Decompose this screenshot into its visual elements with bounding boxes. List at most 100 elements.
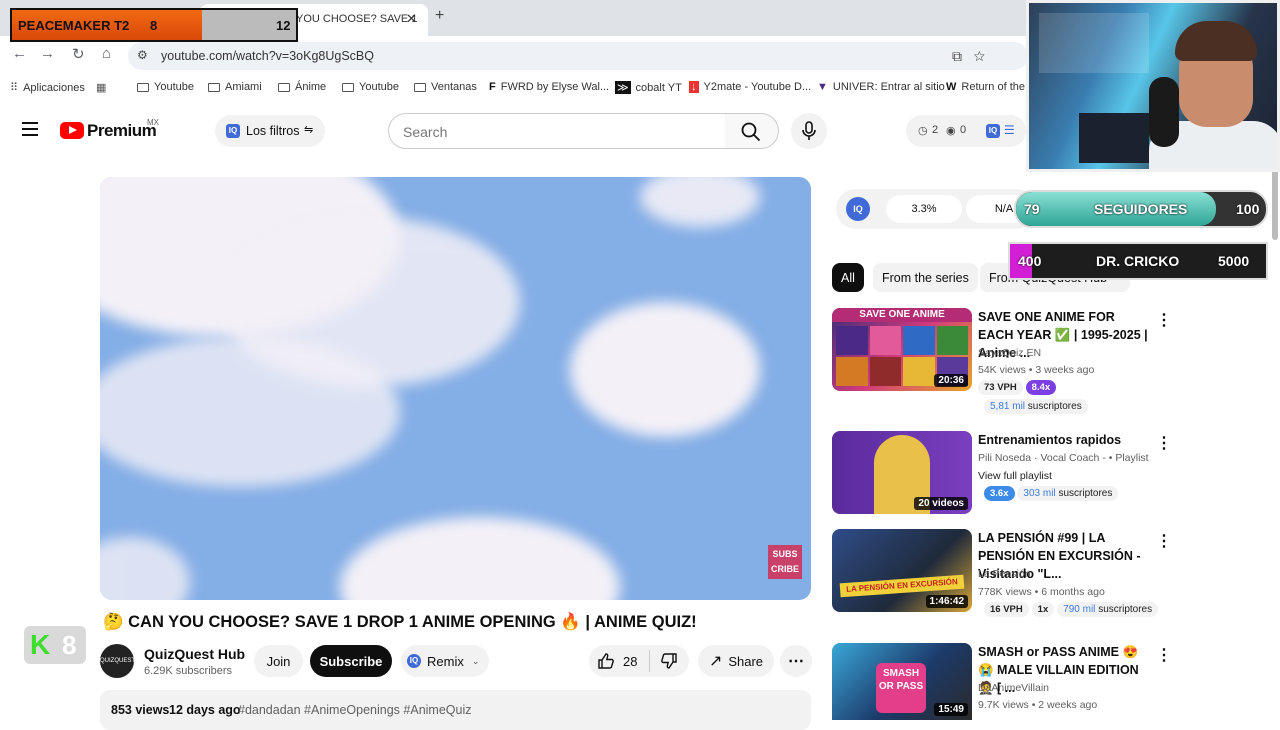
k-badge-number: 8 xyxy=(62,630,77,660)
remix-button[interactable]: IQ Remix ⌄ xyxy=(401,645,489,677)
more-vert-icon[interactable]: ⋮ xyxy=(1156,531,1172,551)
forward-icon[interactable]: → xyxy=(40,45,55,62)
subscribe-watermark[interactable]: SUBS CRIBE xyxy=(768,545,802,579)
video-duration: 15:49 xyxy=(934,703,968,716)
bookmark-univer[interactable]: ▼ UNIVER: Entrar al sitio xyxy=(817,81,945,93)
bookmark-fwrd[interactable]: F FWRD by Elyse Wal... xyxy=(489,81,609,93)
brand-name[interactable]: Premium xyxy=(87,121,157,141)
more-vert-icon[interactable]: ⋮ xyxy=(1156,645,1172,665)
bookmark-return[interactable]: W Return of the xyxy=(946,81,1025,93)
cloud-shape xyxy=(640,177,760,227)
bookmark-ventanas[interactable]: Ventanas xyxy=(414,81,477,93)
peacemaker-progress-bar: PEACEMAKER T2 8 12 xyxy=(10,8,298,42)
iq-icon: IQ xyxy=(226,124,240,138)
search-icon xyxy=(741,122,761,142)
subs-word: suscriptores xyxy=(1058,488,1113,499)
bookmark-grid[interactable]: ▦ xyxy=(96,81,106,94)
video-thumbnail[interactable]: 20 videos xyxy=(832,431,972,514)
channel-name[interactable]: QuizQuest Hub xyxy=(144,646,245,662)
rec-channel[interactable]: Pili Noseda · Vocal Coach - • Playlist xyxy=(978,452,1149,464)
iq-icon: IQ xyxy=(407,654,421,668)
subs-number: 790 mil xyxy=(1063,604,1096,615)
like-icon[interactable] xyxy=(597,652,615,670)
bookmark-y2mate[interactable]: ↓ Y2mate - Youtube D... xyxy=(689,81,811,93)
description-box[interactable]: 853 views 12 days ago #dandadan #AnimeOp… xyxy=(100,690,811,730)
video-thumbnail[interactable]: SMASH OR PASS 15:49 xyxy=(832,643,972,720)
bookmark-apps[interactable]: ⠿ Aplicaciones xyxy=(10,81,85,95)
subs-number: 303 mil xyxy=(1023,488,1056,499)
cloud-shape xyxy=(100,537,190,600)
view-count: 853 views xyxy=(111,703,170,717)
chip-from-series[interactable]: From the series xyxy=(873,263,978,292)
rec-channel[interactable]: La Pensión xyxy=(978,568,1031,580)
multiplier-badge: 3.6x xyxy=(984,486,1015,501)
rec-badges: 3.6x 303 mil suscriptores xyxy=(984,486,1119,501)
rec-badges: 73 VPH 8.4x xyxy=(978,380,1057,395)
subs-badge-line1: SUBS xyxy=(772,549,798,559)
wikipedia-icon: W xyxy=(946,81,957,93)
bookmark-youtube-2[interactable]: Youtube xyxy=(342,81,399,93)
video-thumbnail[interactable]: SAVE ONE ANIME 20:36 xyxy=(832,308,972,391)
mic-icon xyxy=(802,121,816,140)
reload-icon[interactable]: ↻ xyxy=(72,45,85,63)
more-actions-button[interactable]: ⋯ xyxy=(780,645,812,677)
search-button[interactable] xyxy=(725,113,779,149)
share-button[interactable]: ↗ Share xyxy=(698,645,774,677)
more-vert-icon[interactable]: ⋮ xyxy=(1156,310,1172,330)
bookmark-amiami[interactable]: Amiami xyxy=(208,81,262,93)
join-label: Join xyxy=(266,653,291,669)
stat-a: 2 xyxy=(932,124,939,136)
share-label: Share xyxy=(728,653,764,669)
avatar[interactable]: QUIZQUEST xyxy=(100,644,135,678)
hashtags[interactable]: #dandadan #AnimeOpenings #AnimeQuiz xyxy=(238,703,472,717)
page-scrollbar[interactable] xyxy=(1272,170,1278,240)
site-settings-icon[interactable]: ⚙ xyxy=(137,48,148,62)
iq-icon: IQ xyxy=(986,124,1000,138)
more-vert-icon[interactable]: ⋮ xyxy=(1156,433,1172,453)
youtube-logo-icon[interactable] xyxy=(60,122,84,139)
rec-meta: 9.7K views • 2 weeks ago xyxy=(978,699,1098,711)
k-badge: K 8 xyxy=(24,626,86,664)
remix-label: Remix xyxy=(427,653,464,669)
bookmark-star-icon[interactable]: ⧉ ☆ xyxy=(952,48,985,65)
rec-channel[interactable]: DaAnimeVillain xyxy=(978,682,1049,694)
dislike-icon[interactable] xyxy=(660,652,678,670)
followers-goal-bar: 79 SEGUIDORES 100 xyxy=(1014,190,1268,228)
url-text: youtube.com/watch?v=3oKg8UgScBQ xyxy=(161,49,374,63)
extension-stats[interactable]: ◷ 2 ◉ 0 IQ ☰ xyxy=(906,115,1026,147)
microphone-icon xyxy=(1149,77,1179,147)
cloud-shape xyxy=(100,337,400,487)
chevron-down-icon[interactable]: ⌄ xyxy=(472,656,480,667)
chip-all[interactable]: All xyxy=(832,263,864,292)
voice-search-button[interactable] xyxy=(791,113,827,149)
video-player[interactable]: SUBS CRIBE xyxy=(100,177,811,600)
dr-current: 400 xyxy=(1018,253,1042,269)
subscribe-button[interactable]: Subscribe xyxy=(310,645,392,677)
address-bar[interactable]: ⚙ youtube.com/watch?v=3oKg8UgScBQ xyxy=(128,42,1028,70)
rec-meta: 54K views • 3 weeks ago xyxy=(978,364,1095,376)
bookmark-anime[interactable]: Ánime xyxy=(278,81,326,93)
close-icon[interactable]: ✕ xyxy=(406,11,417,27)
home-icon[interactable]: ⌂ xyxy=(102,45,111,62)
multiplier-badge: 1x xyxy=(1031,602,1055,617)
rec-channel[interactable]: SayaQuiz EN xyxy=(978,347,1041,359)
multiplier-badge: 8.4x xyxy=(1025,380,1057,395)
apps-grid-icon: ⠿ xyxy=(10,82,19,94)
cloud-shape xyxy=(340,517,620,600)
bookmark-cobalt[interactable]: ≫ cobalt YT xyxy=(615,81,682,94)
back-icon[interactable]: ← xyxy=(12,45,27,62)
tab-title: YOU CHOOSE? SAVE 1 xyxy=(296,13,418,25)
menu-icon[interactable] xyxy=(22,122,38,140)
subs-badge-line2: CRIBE xyxy=(770,564,799,574)
subs-badge: 5,81 mil suscriptores xyxy=(984,399,1088,414)
view-full-playlist[interactable]: View full playlist xyxy=(978,470,1052,482)
filters-button[interactable]: IQ Los filtros ⇋ xyxy=(215,115,325,147)
new-tab-icon[interactable]: + xyxy=(435,7,444,25)
eye-icon: ◉ xyxy=(946,125,956,137)
video-thumbnail[interactable]: LA PENSIÓN EN EXCURSIÓN 1:46:42 xyxy=(832,529,972,612)
bookmark-youtube[interactable]: Youtube xyxy=(137,81,194,93)
search-input[interactable]: Search xyxy=(388,113,726,149)
join-button[interactable]: Join xyxy=(254,645,303,677)
rec-title[interactable]: Entrenamientos rapidos xyxy=(978,431,1150,449)
rec-badges: 16 VPH 1x 790 mil suscriptores xyxy=(984,602,1159,617)
